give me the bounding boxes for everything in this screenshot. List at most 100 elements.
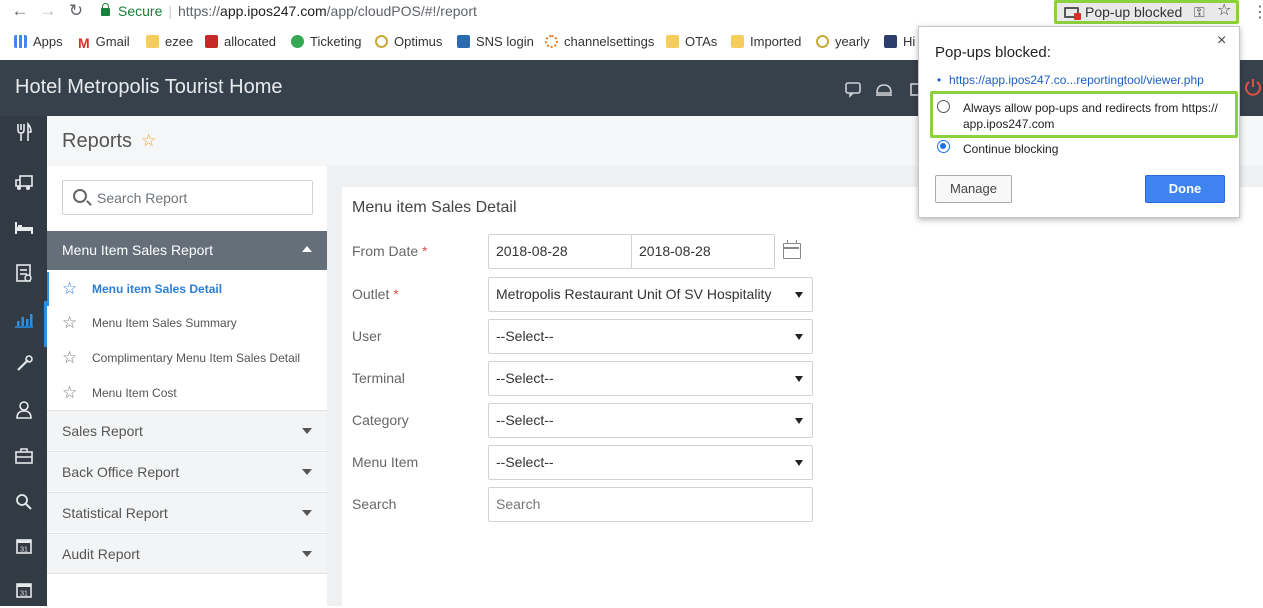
calendar-icon[interactable]: 31: [0, 580, 47, 608]
option-always-allow[interactable]: Always allow pop-ups and redirects from …: [963, 100, 1218, 132]
radio-always-allow[interactable]: [937, 100, 950, 113]
report-item-complimentary-menu-item-sales-detail[interactable]: ☆ Complimentary Menu Item Sales Detail: [47, 341, 327, 375]
key-icon[interactable]: ⚿: [1194, 3, 1205, 21]
radio-continue-blocking[interactable]: [937, 140, 950, 153]
bookmark-optimus[interactable]: Optimus: [375, 33, 442, 51]
chevron-up-icon: [302, 246, 312, 252]
back-arrow-icon[interactable]: ←: [10, 1, 30, 21]
apps-grid-icon: [14, 35, 27, 48]
gmail-icon: M: [78, 35, 90, 51]
group-sales-report[interactable]: Sales Report: [47, 410, 327, 450]
group-label: Sales Report: [62, 423, 143, 439]
popup-blocked-indicator[interactable]: Pop-up blocked ⚿ ☆: [1054, 0, 1239, 24]
svg-text:31: 31: [20, 591, 28, 598]
url-path: /app/cloudPOS/#!/report: [326, 3, 477, 19]
blocked-popup-link[interactable]: https://app.ipos247.co...reportingtool/v…: [949, 73, 1204, 87]
lock-icon: [101, 3, 110, 16]
chevron-down-icon: [302, 428, 312, 434]
optimus-icon: [375, 35, 388, 48]
option-continue-blocking[interactable]: Continue blocking: [963, 141, 1058, 157]
briefcase-icon[interactable]: [0, 446, 47, 474]
report-search[interactable]: [62, 180, 313, 215]
star-icon[interactable]: ☆: [62, 376, 77, 410]
bookmark-gmail[interactable]: M Gmail: [78, 33, 130, 51]
search-icon[interactable]: [0, 492, 47, 520]
terminal-label: Terminal: [352, 370, 405, 386]
url-host: app.ipos247.com: [220, 3, 327, 19]
cloche-icon[interactable]: [875, 80, 893, 98]
report-search-input[interactable]: [97, 182, 307, 213]
group-label: Menu Item Sales Report: [62, 242, 213, 258]
forward-arrow-icon[interactable]: →: [38, 1, 58, 21]
favorite-star-icon[interactable]: ☆: [141, 131, 156, 151]
bookmark-apps[interactable]: Apps: [14, 33, 63, 51]
bookmark-ticketing[interactable]: Ticketing: [291, 33, 362, 51]
report-item-label: Menu Item Sales Summary: [92, 316, 237, 330]
tools-icon[interactable]: [0, 354, 47, 382]
feedback-icon[interactable]: [844, 80, 862, 98]
popup-blocked-icon: [1064, 7, 1081, 20]
reload-icon[interactable]: ↻: [66, 1, 86, 21]
bookmark-channelsettings[interactable]: channelsettings: [545, 33, 654, 51]
group-label: Statistical Report: [62, 505, 168, 521]
category-select[interactable]: --Select--: [488, 403, 813, 438]
bookmark-allocated[interactable]: allocated: [205, 33, 276, 51]
user-icon[interactable]: [0, 400, 47, 428]
report-item-menu-item-sales-detail[interactable]: ☆ Menu item Sales Detail: [47, 272, 327, 306]
url-field[interactable]: Secure | https://app.ipos247.com/app/cloud…: [95, 0, 1055, 22]
bookmark-otas[interactable]: OTAs: [666, 33, 717, 51]
bookmark-hi[interactable]: Hi: [884, 33, 915, 51]
bullet: •: [937, 73, 942, 87]
group-label: Audit Report: [62, 546, 140, 562]
bookmark-star-icon[interactable]: ☆: [1217, 2, 1231, 20]
bookmark-yearly[interactable]: yearly: [816, 33, 870, 51]
group-audit-report[interactable]: Audit Report: [47, 533, 327, 574]
group-back-office-report[interactable]: Back Office Report: [47, 451, 327, 491]
search-field[interactable]: Search: [488, 487, 813, 522]
group-menu-item-sales-report[interactable]: Menu Item Sales Report: [47, 231, 327, 270]
menu-item-select[interactable]: --Select--: [488, 445, 813, 480]
report-list-icon[interactable]: [0, 263, 47, 291]
popup-blocked-dialog: Pop-ups blocked: × • https://app.ipos247…: [918, 26, 1240, 218]
report-item-menu-item-sales-summary[interactable]: ☆ Menu Item Sales Summary: [47, 306, 327, 340]
report-sidebar: Menu Item Sales Report ☆ Menu item Sales…: [47, 166, 327, 606]
user-select[interactable]: --Select--: [488, 319, 813, 354]
url-prefix: https://: [178, 3, 221, 19]
group-statistical-report[interactable]: Statistical Report: [47, 492, 327, 532]
report-title: Menu item Sales Detail: [352, 199, 517, 216]
bookmark-sns-login[interactable]: SNS login: [457, 33, 534, 51]
terminal-select[interactable]: --Select--: [488, 361, 813, 396]
to-date-field[interactable]: 2018-08-28: [631, 234, 775, 269]
manage-button[interactable]: Manage: [935, 175, 1012, 203]
bed-icon[interactable]: [0, 217, 47, 245]
secure-label: Secure: [118, 3, 163, 19]
from-date-field[interactable]: 2018-08-28: [488, 234, 632, 269]
bar-chart-icon[interactable]: [0, 301, 47, 347]
dropdown-arrow-icon: [795, 460, 803, 466]
from-date-label: From Date *: [352, 243, 428, 259]
bookmark-ezee[interactable]: ezee: [146, 33, 193, 51]
star-icon[interactable]: ☆: [62, 306, 77, 340]
star-icon[interactable]: ☆: [62, 272, 77, 306]
left-nav-rail: 31 31: [0, 116, 47, 606]
star-icon[interactable]: ☆: [62, 341, 77, 375]
hotel-name: Hotel Metropolis Tourist Home: [15, 76, 283, 98]
report-item-menu-item-cost[interactable]: ☆ Menu Item Cost: [47, 376, 327, 410]
chevron-down-icon: [302, 469, 312, 475]
fork-knife-icon[interactable]: [0, 122, 47, 150]
search-icon: [73, 189, 87, 203]
outlet-select[interactable]: Metropolis Restaurant Unit Of SV Hospita…: [488, 277, 813, 312]
report-item-label: Menu item Sales Detail: [92, 282, 223, 296]
category-label: Category: [352, 412, 409, 428]
close-icon[interactable]: ×: [1217, 32, 1226, 50]
folder-icon: [146, 35, 159, 48]
bookmark-imported[interactable]: Imported: [731, 33, 801, 51]
done-button[interactable]: Done: [1145, 175, 1225, 203]
browser-menu-icon[interactable]: ⋮: [1252, 2, 1263, 22]
calendar-icon[interactable]: [783, 240, 801, 259]
calendar-icon[interactable]: 31: [0, 536, 47, 564]
truck-icon[interactable]: [0, 172, 47, 200]
outlet-label: Outlet *: [352, 286, 399, 302]
report-item-label: Menu Item Cost: [92, 386, 177, 400]
power-icon[interactable]: [1244, 78, 1262, 101]
